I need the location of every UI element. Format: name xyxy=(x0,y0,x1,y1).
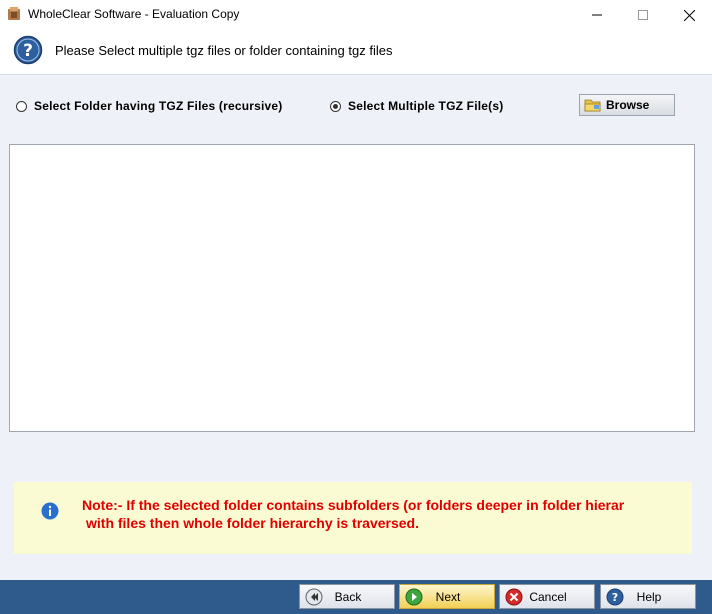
next-button[interactable]: Next xyxy=(399,584,495,609)
note-line-1: Note:- If the selected folder contains s… xyxy=(82,497,625,513)
cancel-label[interactable]: Cancel xyxy=(500,590,596,604)
maximize-icon xyxy=(638,10,648,20)
browse-button[interactable]: Browse xyxy=(579,94,675,116)
note-line-2: with files then whole folder hierarchy i… xyxy=(86,515,419,531)
title-bar: WholeClear Software - Evaluation Copy xyxy=(0,0,712,30)
svg-text:?: ? xyxy=(23,41,33,61)
folder-icon xyxy=(584,99,601,112)
select-folder-radio[interactable]: Select Folder having TGZ Files (recursiv… xyxy=(16,98,282,114)
close-button[interactable] xyxy=(666,0,712,30)
select-folder-label[interactable]: Select Folder having TGZ Files (recursiv… xyxy=(34,99,282,113)
close-icon xyxy=(683,9,695,21)
help-label[interactable]: Help xyxy=(601,590,697,604)
select-files-label[interactable]: Select Multiple TGZ File(s) xyxy=(348,99,503,113)
bottom-button-bar: Back Next Cancel ? Help xyxy=(0,580,712,614)
instruction-text: Please Select multiple tgz files or fold… xyxy=(55,43,393,58)
window-title: WholeClear Software - Evaluation Copy xyxy=(28,7,240,21)
back-label[interactable]: Back xyxy=(300,590,396,604)
cancel-button[interactable]: Cancel xyxy=(499,584,595,609)
help-button[interactable]: ? Help xyxy=(600,584,696,609)
radio-circle-files[interactable] xyxy=(330,100,341,112)
browse-label[interactable]: Browse xyxy=(606,98,649,112)
instruction-header: ? Please Select multiple tgz files or fo… xyxy=(0,30,712,75)
file-list[interactable] xyxy=(9,144,695,432)
app-logo-icon xyxy=(8,7,20,20)
minimize-button[interactable] xyxy=(574,0,620,30)
maximize-button[interactable] xyxy=(620,0,666,30)
back-button[interactable]: Back xyxy=(299,584,395,609)
radio-circle-folder[interactable] xyxy=(16,100,27,112)
note-box: Note:- If the selected folder contains s… xyxy=(14,482,692,554)
info-icon xyxy=(41,502,59,520)
next-label[interactable]: Next xyxy=(400,590,496,604)
question-icon: ? xyxy=(13,35,43,65)
select-files-radio[interactable]: Select Multiple TGZ File(s) xyxy=(330,98,503,114)
minimize-icon xyxy=(592,14,602,16)
note-text: Note:- If the selected folder contains s… xyxy=(82,496,692,532)
